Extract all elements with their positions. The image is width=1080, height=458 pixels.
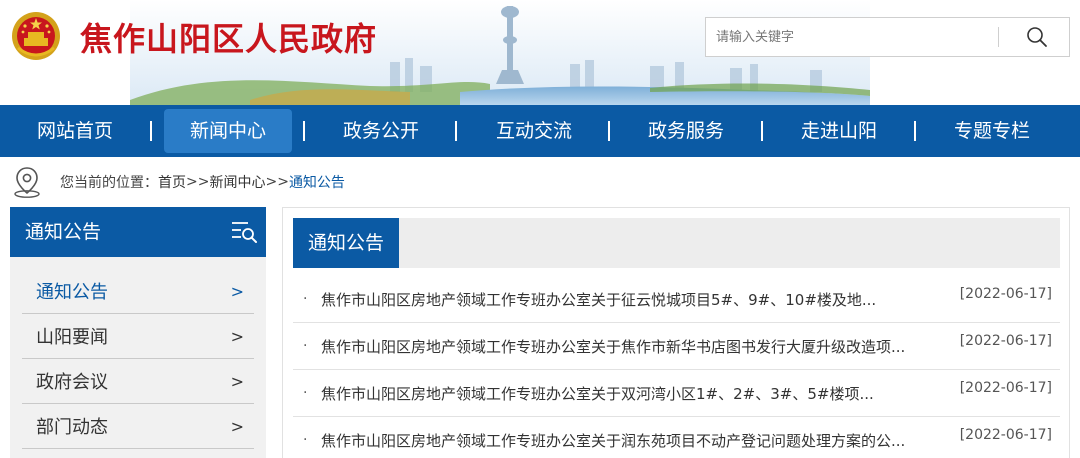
breadcrumb-separator: >> [265, 174, 289, 190]
search-box [705, 17, 1070, 57]
breadcrumb-news[interactable]: 新闻中心 [209, 172, 265, 192]
search-input[interactable] [706, 18, 996, 56]
sidebar-item-shanyang-news[interactable]: 山阳要闻 > [22, 314, 254, 359]
sidebar-item-label: 部门动态 [36, 417, 108, 438]
location-pin-icon [14, 167, 40, 198]
breadcrumb-prefix: 您当前的位置： [60, 175, 158, 191]
content-header: 通知公告 [293, 218, 1060, 268]
news-date: [2022-06-17] [959, 333, 1052, 349]
breadcrumb-current[interactable]: 通知公告 [289, 172, 345, 192]
chevron-right-icon: > [230, 416, 244, 436]
sidebar-item-label: 通知公告 [36, 282, 108, 303]
sidebar-item-label: 政府会议 [36, 372, 108, 393]
list-item[interactable]: · 焦作市山阳区房地产领域工作专班办公室关于润东苑项目不动产登记问题处理方案的公… [293, 417, 1060, 458]
breadcrumb-separator: >> [186, 174, 210, 190]
sidebar-list: 通知公告 > 山阳要闻 > 政府会议 > 部门动态 > [22, 269, 254, 449]
nav-item-home[interactable]: 网站首页 [15, 109, 135, 153]
nav-item-services[interactable]: 政务服务 [626, 109, 746, 153]
breadcrumb-home[interactable]: 首页 [158, 172, 186, 192]
breadcrumb: 您当前的位置： 首页 >> 新闻中心 >> 通知公告 [10, 164, 345, 200]
nav-divider [761, 121, 763, 141]
chevron-right-icon: > [230, 281, 244, 301]
content-panel: 通知公告 · 焦作市山阳区房地产领域工作专班办公室关于征云悦城项目5#、9#、1… [282, 207, 1070, 458]
chevron-right-icon: > [230, 326, 244, 346]
nav-item-news[interactable]: 新闻中心 [164, 109, 292, 153]
bullet: · [303, 338, 308, 354]
nav-item-special[interactable]: 专题专栏 [932, 109, 1052, 153]
site-title: 焦作山阳区人民政府 [80, 20, 378, 58]
news-date: [2022-06-17] [959, 380, 1052, 396]
list-item[interactable]: · 焦作市山阳区房地产领域工作专班办公室关于双河湾小区1#、2#、3#、5#楼项… [293, 370, 1060, 417]
search-icon [1027, 27, 1047, 47]
news-title[interactable]: 焦作市山阳区房地产领域工作专班办公室关于征云悦城项目5#、9#、10#楼及地..… [321, 289, 951, 310]
sidebar-header: 通知公告 [10, 207, 266, 257]
search-button[interactable] [1006, 18, 1068, 56]
news-title[interactable]: 焦作市山阳区房地产领域工作专班办公室关于润东苑项目不动产登记问题处理方案的公..… [321, 430, 951, 451]
list-item[interactable]: · 焦作市山阳区房地产领域工作专班办公室关于征云悦城项目5#、9#、10#楼及地… [293, 276, 1060, 323]
news-date: [2022-06-17] [959, 427, 1052, 443]
news-list: · 焦作市山阳区房地产领域工作专班办公室关于征云悦城项目5#、9#、10#楼及地… [293, 276, 1060, 458]
nav-divider [455, 121, 457, 141]
search-divider [998, 27, 999, 47]
sidebar: 通知公告 通知公告 > 山阳要闻 > 政府会议 > 部门动态 > [10, 207, 266, 458]
nav-divider [303, 121, 305, 141]
bullet: · [303, 291, 308, 307]
nav-divider [914, 121, 916, 141]
sidebar-item-label: 山阳要闻 [36, 327, 108, 348]
list-item[interactable]: · 焦作市山阳区房地产领域工作专班办公室关于焦作市新华书店图书发行大厦升级改造项… [293, 323, 1060, 370]
bullet: · [303, 432, 308, 448]
sidebar-title: 通知公告 [25, 221, 102, 243]
tab-notices[interactable]: 通知公告 [293, 218, 400, 268]
national-emblem-icon [12, 12, 60, 60]
main-nav: 网站首页 新闻中心 政务公开 互动交流 政务服务 走进山阳 专题专栏 [0, 105, 1080, 157]
news-title[interactable]: 焦作市山阳区房地产领域工作专班办公室关于焦作市新华书店图书发行大厦升级改造项..… [321, 336, 951, 357]
sidebar-item-gov-meetings[interactable]: 政府会议 > [22, 359, 254, 404]
site-header: 焦作山阳区人民政府 [0, 0, 1080, 105]
nav-item-gov-affairs[interactable]: 政务公开 [321, 109, 441, 153]
nav-divider [608, 121, 610, 141]
nav-item-interaction[interactable]: 互动交流 [474, 109, 594, 153]
chevron-right-icon: > [230, 371, 244, 391]
sidebar-item-notices[interactable]: 通知公告 > [22, 269, 254, 314]
news-date: [2022-06-17] [959, 286, 1052, 302]
nav-divider [150, 121, 152, 141]
bullet: · [303, 385, 308, 401]
news-title[interactable]: 焦作市山阳区房地产领域工作专班办公室关于双河湾小区1#、2#、3#、5#楼项..… [321, 383, 951, 404]
nav-item-about[interactable]: 走进山阳 [779, 109, 899, 153]
sidebar-item-dept-updates[interactable]: 部门动态 > [22, 404, 254, 449]
list-search-icon[interactable] [230, 219, 258, 245]
